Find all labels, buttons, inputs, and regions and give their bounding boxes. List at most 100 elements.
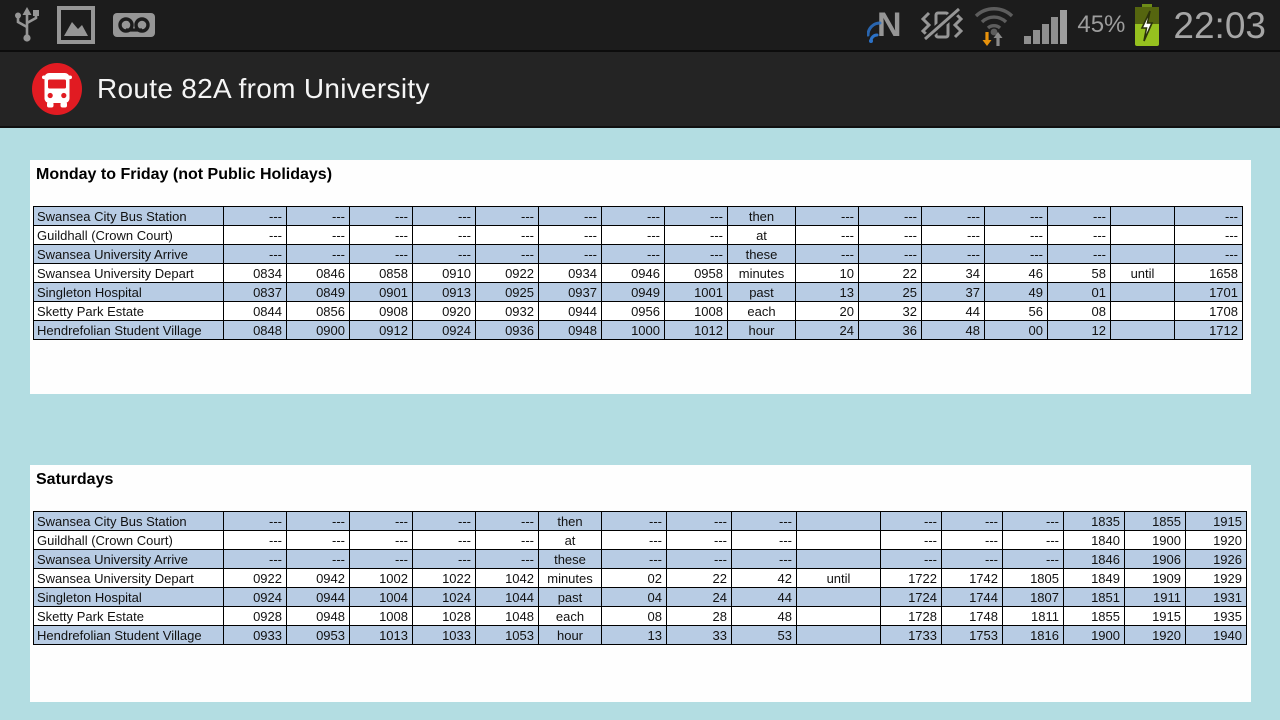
time-cell: 1708 — [1175, 302, 1243, 321]
timetable-content[interactable]: Monday to Friday (not Public Holidays) S… — [0, 130, 1280, 720]
time-cell: 1915 — [1125, 607, 1186, 626]
time-cell: --- — [796, 245, 859, 264]
table-row: Swansea University Depart083408460858091… — [34, 264, 1243, 283]
time-cell — [797, 550, 881, 569]
time-cell: 1906 — [1125, 550, 1186, 569]
table-row: Hendrefolian Student Village093309531013… — [34, 626, 1247, 645]
time-cell: 1733 — [881, 626, 942, 645]
time-cell: --- — [859, 226, 922, 245]
time-cell: 0956 — [602, 302, 665, 321]
time-cell: 1044 — [476, 588, 539, 607]
time-cell: --- — [881, 531, 942, 550]
time-cell: --- — [287, 226, 350, 245]
time-cell: 1008 — [350, 607, 413, 626]
page-title: Route 82A from University — [97, 73, 430, 105]
time-cell — [797, 531, 881, 550]
battery-charging-icon — [1133, 3, 1161, 47]
signal-strength-icon — [1023, 6, 1069, 44]
time-cell: 01 — [1048, 283, 1111, 302]
table-row: Singleton Hospital0837084909010913092509… — [34, 283, 1243, 302]
weekday-timetable: Swansea City Bus Station----------------… — [33, 206, 1243, 340]
time-cell: 0912 — [350, 321, 413, 340]
time-cell: 44 — [732, 588, 797, 607]
time-cell: until — [1111, 264, 1175, 283]
time-cell: --- — [287, 207, 350, 226]
weekday-table-title: Monday to Friday (not Public Holidays) — [36, 166, 332, 184]
time-cell: 04 — [602, 588, 667, 607]
time-cell — [1111, 302, 1175, 321]
time-cell: 34 — [922, 264, 985, 283]
time-cell: minutes — [728, 264, 796, 283]
time-cell: 0858 — [350, 264, 413, 283]
time-cell: 1851 — [1064, 588, 1125, 607]
time-cell: 10 — [796, 264, 859, 283]
time-cell: --- — [602, 226, 665, 245]
time-cell: 1048 — [476, 607, 539, 626]
time-cell: 24 — [796, 321, 859, 340]
time-cell: 0856 — [287, 302, 350, 321]
time-cell — [797, 607, 881, 626]
time-cell: --- — [224, 245, 287, 264]
saturday-timetable-panel[interactable]: Saturdays Swansea City Bus Station------… — [30, 465, 1251, 702]
time-cell: 1000 — [602, 321, 665, 340]
battery-percent: 45% — [1077, 13, 1125, 37]
time-cell: 0846 — [287, 264, 350, 283]
time-cell: 1807 — [1003, 588, 1064, 607]
time-cell: 0922 — [476, 264, 539, 283]
gallery-icon — [56, 5, 96, 45]
time-cell: --- — [665, 226, 728, 245]
time-cell: --- — [539, 207, 602, 226]
time-cell: 0925 — [476, 283, 539, 302]
table-row: Swansea University Arrive---------------… — [34, 550, 1247, 569]
time-cell: 0924 — [224, 588, 287, 607]
time-cell: --- — [224, 207, 287, 226]
time-cell: 0933 — [224, 626, 287, 645]
time-cell: 1742 — [942, 569, 1003, 588]
time-cell: --- — [602, 512, 667, 531]
voicemail-icon — [112, 5, 156, 45]
time-cell: 0942 — [287, 569, 350, 588]
weekday-timetable-panel[interactable]: Monday to Friday (not Public Holidays) S… — [30, 160, 1251, 394]
time-cell: --- — [287, 512, 350, 531]
time-cell: 0934 — [539, 264, 602, 283]
time-cell: --- — [667, 550, 732, 569]
time-cell: 0901 — [350, 283, 413, 302]
time-cell: 1001 — [665, 283, 728, 302]
table-row: Singleton Hospital09240944100410241044pa… — [34, 588, 1247, 607]
time-cell: 0946 — [602, 264, 665, 283]
table-row: Hendrefolian Student Village084809000912… — [34, 321, 1243, 340]
time-cell: until — [797, 569, 881, 588]
time-cell: --- — [881, 512, 942, 531]
time-cell: 0900 — [287, 321, 350, 340]
time-cell: 1724 — [881, 588, 942, 607]
time-cell: 37 — [922, 283, 985, 302]
time-cell: --- — [667, 531, 732, 550]
time-cell: --- — [476, 550, 539, 569]
time-cell: 0834 — [224, 264, 287, 283]
time-cell: --- — [922, 245, 985, 264]
time-cell: --- — [922, 226, 985, 245]
time-cell: 1835 — [1064, 512, 1125, 531]
time-cell: --- — [350, 512, 413, 531]
time-cell: --- — [1175, 226, 1243, 245]
stop-name-cell: Hendrefolian Student Village — [34, 626, 224, 645]
time-cell: 0932 — [476, 302, 539, 321]
time-cell: 1931 — [1186, 588, 1247, 607]
time-cell: 0948 — [287, 607, 350, 626]
time-cell: 1022 — [413, 569, 476, 588]
time-cell: --- — [413, 245, 476, 264]
time-cell: 22 — [667, 569, 732, 588]
time-cell: 28 — [667, 607, 732, 626]
time-cell: 0910 — [413, 264, 476, 283]
time-cell: --- — [224, 550, 287, 569]
time-cell: 1053 — [476, 626, 539, 645]
app-bar: Route 82A from University — [0, 50, 1280, 128]
time-cell: 1840 — [1064, 531, 1125, 550]
time-cell — [797, 588, 881, 607]
time-cell: --- — [350, 226, 413, 245]
stop-name-cell: Swansea City Bus Station — [34, 207, 224, 226]
time-cell: --- — [476, 207, 539, 226]
time-cell: then — [539, 512, 602, 531]
time-cell: 1658 — [1175, 264, 1243, 283]
time-cell: --- — [224, 531, 287, 550]
